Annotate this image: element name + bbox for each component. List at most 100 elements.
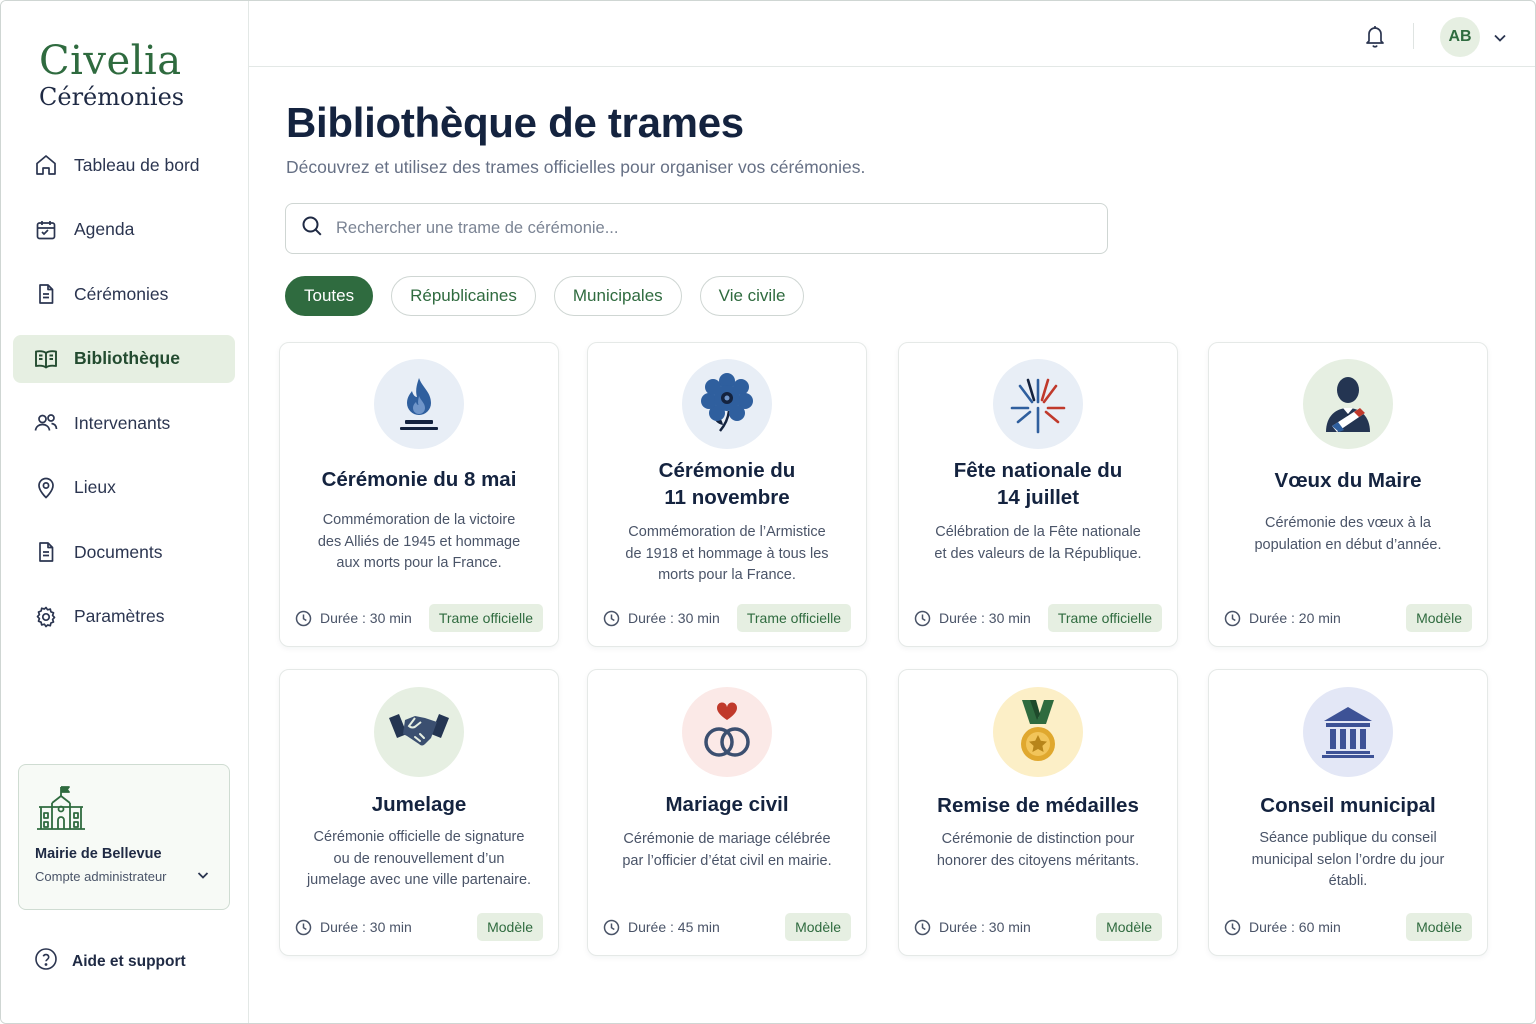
card-title: Remise de médailles xyxy=(909,792,1167,819)
template-card-14-juillet[interactable]: Fête nationale du 14 juillet Célébration… xyxy=(898,342,1178,647)
card-duration-text: Durée : 30 min xyxy=(320,919,412,935)
search-input[interactable] xyxy=(336,219,1056,238)
bell-icon[interactable] xyxy=(1363,23,1387,54)
clock-icon xyxy=(603,919,620,935)
card-footer: Durée : 45 min Modèle xyxy=(603,913,851,941)
card-duration: Durée : 45 min xyxy=(603,919,720,936)
sidebar-item-parametres[interactable]: Paramètres xyxy=(13,593,235,641)
sidebar-item-label: Agenda xyxy=(74,219,135,239)
card-title: Conseil municipal xyxy=(1219,792,1477,819)
card-duration: Durée : 60 min xyxy=(1224,919,1341,936)
mayor-sash-icon xyxy=(1303,359,1393,449)
status-badge: Trame officielle xyxy=(428,604,543,632)
card-duration-text: Durée : 60 min xyxy=(1249,919,1341,935)
sidebar-item-documents[interactable]: Documents xyxy=(13,528,235,576)
status-badge: Trame officielle xyxy=(1047,604,1162,632)
clock-icon xyxy=(295,610,312,626)
chevron-down-icon[interactable] xyxy=(195,867,211,888)
search-bar xyxy=(285,203,1108,254)
handshake-icon xyxy=(374,687,464,777)
map-pin-icon xyxy=(33,475,59,501)
clock-icon xyxy=(295,919,312,935)
card-title-line: Conseil municipal xyxy=(1260,794,1436,817)
card-duration-text: Durée : 30 min xyxy=(320,610,412,626)
avatar[interactable]: AB xyxy=(1440,17,1480,57)
template-card-mariage-civil[interactable]: Mariage civil Cérémonie de mariage céléb… xyxy=(587,669,867,956)
card-title-line: Fête nationale du xyxy=(953,459,1123,482)
card-description-line: jumelage avec une ville partenaire. xyxy=(306,872,532,888)
template-card-11-novembre[interactable]: Cérémonie du 11 novembre Commémoration d… xyxy=(587,342,867,647)
filter-chip-municipales[interactable]: Municipales xyxy=(553,276,682,316)
card-description-line: des Alliés de 1945 et hommage xyxy=(317,533,521,550)
filter-chip-toutes[interactable]: Toutes xyxy=(285,276,374,316)
template-card-voeux-du-maire[interactable]: Vœux du Maire Cérémonie des vœux à la po… xyxy=(1208,342,1488,647)
card-title-line: Remise de médailles xyxy=(937,794,1139,817)
card-duration: Durée : 30 min xyxy=(603,610,720,627)
sidebar-item-intervenants[interactable]: Intervenants xyxy=(13,399,235,447)
status-badge: Modèle xyxy=(1406,913,1472,941)
card-footer: Durée : 30 min Trame officielle xyxy=(914,604,1162,632)
filter-chip-republicaines[interactable]: Républicaines xyxy=(391,276,536,316)
card-description-line: Commémoration de l’Armistice xyxy=(628,524,826,540)
calendar-icon xyxy=(33,217,59,243)
card-footer: Durée : 30 min Trame officielle xyxy=(295,604,543,632)
template-card-conseil-municipal[interactable]: Conseil municipal Séance publique du con… xyxy=(1208,669,1488,956)
sidebar-item-label: Paramètres xyxy=(74,606,165,626)
card-duration: Durée : 20 min xyxy=(1224,610,1341,627)
sidebar-item-agenda[interactable]: Agenda xyxy=(13,206,235,254)
card-description: Commémoration de l’Armistice de 1918 et … xyxy=(610,522,844,587)
help-support-link[interactable]: Aide et support xyxy=(34,947,186,976)
card-footer: Durée : 20 min Modèle xyxy=(1224,604,1472,632)
card-footer: Durée : 30 min Trame officielle xyxy=(603,604,851,632)
home-icon xyxy=(33,152,59,178)
sidebar-item-bibliotheque[interactable]: Bibliothèque xyxy=(13,334,235,383)
town-hall-building-icon xyxy=(35,785,87,838)
search-icon xyxy=(300,214,324,243)
template-card-remise-de-medailles[interactable]: Remise de médailles Cérémonie de distinc… xyxy=(898,669,1178,956)
card-duration-text: Durée : 20 min xyxy=(1249,610,1341,626)
sidebar-item-label: Tableau de bord xyxy=(74,154,200,175)
sidebar-item-ceremonies[interactable]: Cérémonies xyxy=(13,270,235,318)
status-badge: Trame officielle xyxy=(736,604,851,632)
chevron-down-icon[interactable] xyxy=(1492,30,1508,51)
card-duration: Durée : 30 min xyxy=(295,919,412,936)
card-description-line: de 1918 et hommage à tous les xyxy=(625,545,829,562)
town-hall-icon xyxy=(1303,687,1393,777)
brand-logo[interactable]: Civelia Cérémonies xyxy=(39,39,184,111)
sidebar-item-tableau-de-bord[interactable]: Tableau de bord xyxy=(13,141,235,189)
wedding-rings-icon xyxy=(682,687,772,777)
card-description-line: Séance publique du conseil xyxy=(1259,830,1437,846)
sidebar-item-lieux[interactable]: Lieux xyxy=(13,464,235,512)
clock-icon xyxy=(914,919,931,935)
sidebar-item-label: Documents xyxy=(74,541,163,562)
card-title-line: 11 novembre xyxy=(664,486,790,509)
card-title-line: Cérémonie du xyxy=(658,459,796,482)
sidebar: Civelia Cérémonies Tableau de bord Agend… xyxy=(1,1,249,1023)
sidebar-item-label: Bibliothèque xyxy=(74,348,180,368)
card-description-line: aux morts pour la France. xyxy=(336,555,502,571)
card-description: Séance publique du conseil municipal sel… xyxy=(1231,828,1465,893)
template-card-jumelage[interactable]: Jumelage Cérémonie officielle de signatu… xyxy=(279,669,559,956)
card-description-line: Cérémonie de mariage célébrée xyxy=(623,831,831,847)
status-badge: Modèle xyxy=(1406,604,1472,632)
fireworks-icon xyxy=(993,359,1083,449)
card-duration-text: Durée : 45 min xyxy=(628,919,720,935)
template-card-8-mai[interactable]: Cérémonie du 8 mai Commémoration de la v… xyxy=(279,342,559,647)
card-title-line: Vœux du Maire xyxy=(1274,469,1422,492)
card-title: Vœux du Maire xyxy=(1219,467,1477,494)
account-switcher[interactable]: Mairie de Bellevue Compte administrateur xyxy=(18,764,230,910)
sidebar-nav: Tableau de bord Agenda Cérémonies Biblio… xyxy=(13,141,235,657)
card-description-line: et des valeurs de la République. xyxy=(934,545,1142,562)
card-description-line: morts pour la France. xyxy=(658,567,796,583)
page-title: Bibliothèque de trames xyxy=(286,99,744,146)
file-icon xyxy=(33,539,59,565)
users-icon xyxy=(33,410,59,436)
brand-title: Civelia xyxy=(39,38,182,84)
bleuet-flower-icon xyxy=(682,359,772,449)
header-divider xyxy=(1413,23,1414,49)
flame-icon xyxy=(374,359,464,449)
filter-chips: Toutes Républicaines Municipales Vie civ… xyxy=(285,276,822,316)
book-icon xyxy=(33,346,59,372)
card-title: Cérémonie du 11 novembre xyxy=(598,457,856,511)
filter-chip-vie-civile[interactable]: Vie civile xyxy=(699,276,805,316)
